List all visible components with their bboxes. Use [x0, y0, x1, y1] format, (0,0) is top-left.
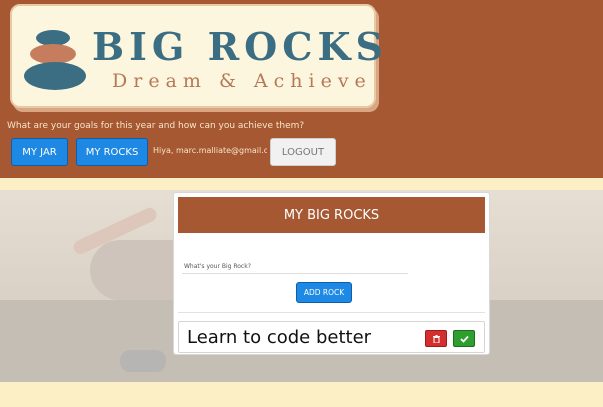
rock-text: Learn to code better: [187, 327, 372, 348]
trash-icon: [432, 334, 440, 343]
stone-bottom: [24, 62, 86, 90]
delete-rock-button[interactable]: [425, 330, 447, 347]
tagline: What are your goals for this year and ho…: [7, 121, 305, 131]
logout-button[interactable]: LOGOUT: [270, 138, 336, 166]
rock-input-label[interactable]: What's your Big Rock?: [184, 263, 251, 270]
divider: [178, 312, 485, 313]
stone-middle: [30, 44, 76, 64]
header: BIG ROCKS Dream & Achieve What are your …: [0, 0, 603, 178]
my-jar-button[interactable]: MY JAR: [11, 138, 68, 166]
logo[interactable]: BIG ROCKS Dream & Achieve: [10, 4, 383, 108]
big-rocks-panel: MY BIG ROCKS What's your Big Rock? ADD R…: [173, 192, 490, 355]
logo-title: BIG ROCKS: [92, 24, 388, 69]
check-icon: [459, 335, 469, 343]
user-greeting: Hiya, marc.malliate@gmail.co!: [153, 146, 267, 155]
logo-subtitle: Dream & Achieve: [112, 70, 372, 92]
panel-title: MY BIG ROCKS: [178, 197, 485, 233]
my-rocks-button[interactable]: MY ROCKS: [76, 138, 148, 166]
add-rock-button[interactable]: ADD ROCK: [296, 282, 352, 303]
rock-list-item: Learn to code better: [178, 321, 485, 353]
rock-input-field[interactable]: [182, 273, 408, 274]
complete-rock-button[interactable]: [453, 330, 475, 347]
stacked-stones-icon: [22, 30, 88, 94]
